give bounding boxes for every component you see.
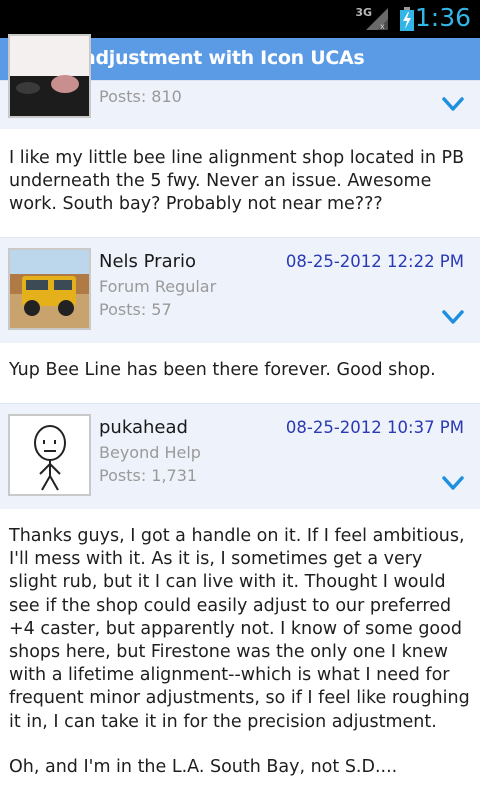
chevron-down-icon[interactable] <box>442 476 464 490</box>
post-date: 08-25-2012 12:22 PM <box>285 252 464 271</box>
battery-charging-icon <box>400 7 414 31</box>
clock: 1:36 <box>414 3 471 32</box>
post-header: Nels Prario 08-25-2012 12:22 PM Forum Re… <box>0 237 480 343</box>
post-body: Thanks guys, I got a handle on it. If I … <box>9 526 470 732</box>
post-count: Posts: 57 <box>99 300 172 319</box>
username-link[interactable]: Nels Prario <box>99 251 196 272</box>
avatar-image <box>10 416 89 494</box>
chevron-down-icon[interactable] <box>442 97 464 111</box>
post-count: Posts: 810 <box>99 87 182 106</box>
status-bar: 3G x 1:36 <box>0 0 480 38</box>
avatar-image <box>10 36 89 116</box>
post-header: Posts: 810 <box>0 34 480 129</box>
post-header: pukahead 08-25-2012 10:37 PM Beyond Help… <box>0 403 480 509</box>
signal-icon: x <box>366 8 388 30</box>
post-body: I like my little bee line alignment shop… <box>9 148 465 215</box>
user-avatar[interactable] <box>8 34 91 118</box>
user-avatar[interactable] <box>8 414 91 496</box>
username-link[interactable]: pukahead <box>99 417 188 438</box>
post-body-continued: Oh, and I'm in the L.A. South Bay, not S… <box>9 757 398 777</box>
post-date: 08-25-2012 10:37 PM <box>285 418 464 437</box>
user-avatar[interactable] <box>8 248 91 330</box>
post-body: Yup Bee Line has been there forever. Goo… <box>9 360 436 380</box>
user-role: Forum Regular <box>99 277 217 296</box>
post-count: Posts: 1,731 <box>99 466 198 485</box>
avatar-image <box>10 250 89 328</box>
svg-text:x: x <box>380 22 385 30</box>
chevron-down-icon[interactable] <box>442 310 464 324</box>
user-role: Beyond Help <box>99 443 201 462</box>
